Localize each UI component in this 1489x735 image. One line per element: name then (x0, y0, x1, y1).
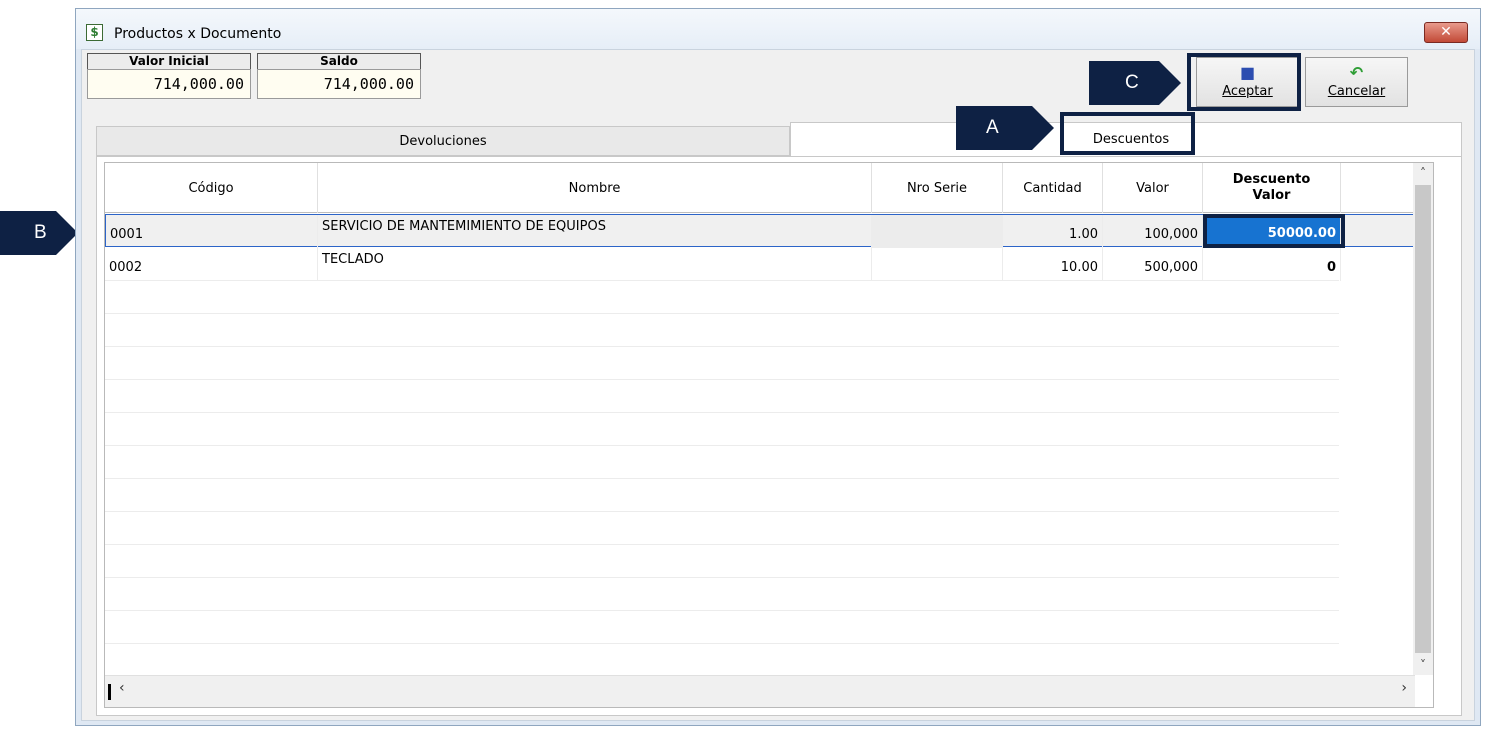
valor-inicial-box: Valor Inicial 714,000.00 (87, 53, 251, 99)
cell-codigo[interactable]: 0001 (106, 215, 318, 248)
horizontal-scrollbar[interactable]: ‹ › (105, 675, 1415, 707)
header-nro-serie[interactable]: Nro Serie (872, 163, 1003, 213)
callout-c-label: C (1125, 72, 1139, 93)
cell-codigo[interactable]: 0002 (105, 248, 318, 281)
row-marker (108, 684, 111, 700)
window-title: Productos x Documento (114, 26, 282, 42)
undo-icon: ↶ (1349, 63, 1364, 82)
descuentos-panel: Código Nombre Nro Serie Cantidad Valor D… (96, 156, 1462, 716)
empty-row (105, 281, 1339, 314)
callout-a-frame (1060, 112, 1195, 155)
valor-inicial-value: 714,000.00 (87, 69, 251, 99)
title-bar[interactable]: $ Productos x Documento ✕ (76, 9, 1480, 49)
saldo-box: Saldo 714,000.00 (257, 53, 421, 99)
cancel-label: Cancelar (1327, 84, 1386, 99)
close-button[interactable]: ✕ (1424, 22, 1468, 43)
header-descuento-valor[interactable]: Descuento Valor (1203, 163, 1341, 213)
cell-descuento-valor[interactable]: 0 (1203, 248, 1341, 281)
callout-b: B (0, 211, 78, 255)
saldo-value: 714,000.00 (257, 69, 421, 99)
callout-c: C (1089, 61, 1181, 105)
header-nombre[interactable]: Nombre (318, 163, 872, 213)
client-area: Valor Inicial 714,000.00 Saldo 714,000.0… (81, 49, 1475, 721)
empty-row (105, 644, 1339, 677)
tab-strip: Devoluciones Descuentos (96, 122, 1462, 156)
header-codigo[interactable]: Código (105, 163, 318, 213)
products-grid: Código Nombre Nro Serie Cantidad Valor D… (104, 162, 1434, 708)
scroll-right-icon[interactable]: › (1401, 680, 1407, 696)
cell-nro-serie[interactable] (872, 248, 1003, 281)
cancel-button[interactable]: ↶ Cancelar (1305, 57, 1408, 107)
document-money-icon: $ (86, 24, 103, 41)
cell-descuento-valor[interactable]: 50000.00 (1203, 214, 1345, 248)
empty-row (105, 380, 1339, 413)
empty-row (105, 545, 1339, 578)
empty-row (105, 446, 1339, 479)
valor-inicial-label: Valor Inicial (87, 53, 251, 69)
cell-valor[interactable]: 500,000 (1103, 248, 1203, 281)
vertical-scrollbar[interactable]: ˄ ˅ (1413, 163, 1433, 675)
empty-row (105, 413, 1339, 446)
tab-devoluciones-label: Devoluciones (399, 134, 487, 149)
vertical-scroll-thumb[interactable] (1415, 185, 1431, 653)
tab-devoluciones[interactable]: Devoluciones (96, 126, 790, 156)
cell-nombre[interactable]: SERVICIO DE MANTEMIMIENTO DE EQUIPOS (318, 215, 872, 248)
scroll-up-icon[interactable]: ˄ (1413, 163, 1433, 183)
productos-window: $ Productos x Documento ✕ Valor Inicial … (75, 8, 1481, 726)
close-icon: ✕ (1440, 24, 1452, 40)
header-cantidad[interactable]: Cantidad (1003, 163, 1103, 213)
empty-row (105, 479, 1339, 512)
table-row[interactable]: 0001 SERVICIO DE MANTEMIMIENTO DE EQUIPO… (105, 214, 1431, 248)
cell-nro-serie[interactable] (872, 215, 1003, 248)
cell-cantidad[interactable]: 10.00 (1003, 248, 1103, 281)
scroll-left-icon[interactable]: ‹ (119, 680, 125, 696)
callout-b-label: B (34, 222, 47, 243)
table-row[interactable]: 0002 TECLADO 10.00 500,000 0 (105, 248, 1341, 281)
cell-valor[interactable]: 100,000 (1103, 215, 1203, 248)
header-valor[interactable]: Valor (1103, 163, 1203, 213)
cell-cantidad[interactable]: 1.00 (1003, 215, 1103, 248)
empty-row (105, 611, 1339, 644)
grid-header: Código Nombre Nro Serie Cantidad Valor D… (105, 163, 1433, 213)
empty-row (105, 314, 1339, 347)
saldo-label: Saldo (257, 53, 421, 69)
scroll-down-icon[interactable]: ˅ (1413, 655, 1433, 675)
callout-a-label: A (986, 117, 999, 138)
empty-row (105, 347, 1339, 380)
empty-row (105, 578, 1339, 611)
empty-row (105, 512, 1339, 545)
callout-c-frame (1187, 53, 1301, 111)
cell-nombre[interactable]: TECLADO (318, 248, 872, 281)
